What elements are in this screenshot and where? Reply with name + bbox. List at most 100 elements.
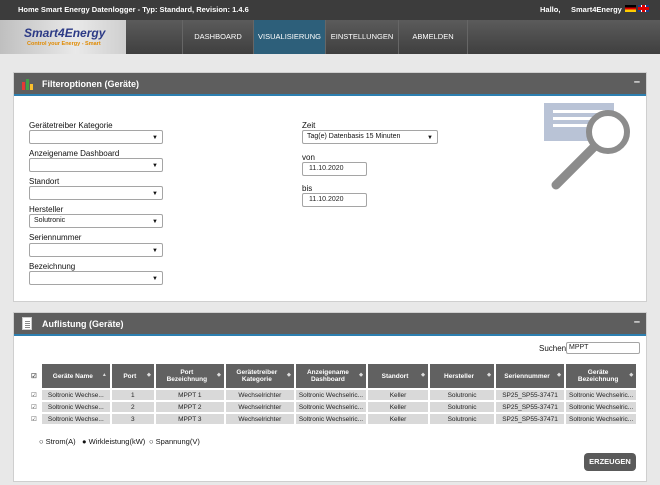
nav-dashboard[interactable]: DASHBOARD [182,20,253,54]
radio-label: Spannung(V) [155,437,200,446]
table-cell: MPPT 2 [155,402,224,412]
table-row[interactable]: ☑ Soltronic Wechse... 3 MPPT 3 Wechselri… [28,414,637,424]
chevron-down-icon: ▼ [152,248,158,254]
row-checkbox[interactable]: ☑ [28,414,40,424]
create-button[interactable]: ERZEUGEN [584,453,636,471]
logo[interactable]: Smart4Energy Control your Energy - Smart [0,20,126,54]
sort-icon: ◆ [557,372,562,378]
sort-asc-icon: ▲ [101,372,107,378]
sort-icon: ◆ [421,372,426,378]
top-bar: Home Smart Energy Datenlogger - Typ: Sta… [0,0,660,20]
label-zeit: Zeit [302,121,316,130]
select-seriennummer[interactable]: ▼ [29,243,163,257]
table-cell: SP25_SP55-37471 [496,402,565,412]
search-label: Suchen [539,344,567,353]
app-title: Home Smart Energy Datenlogger - Typ: Sta… [18,5,249,14]
table-cell: Soltronic Wechse... [41,414,110,424]
table-cell: Wechselrichter [225,402,294,412]
column-header[interactable]: Port ◆ [111,364,154,388]
nav-einstellungen[interactable]: EINSTELLUNGEN [325,20,398,54]
table-cell: MPPT 3 [155,414,224,424]
select-geraetetreiber-kategorie[interactable]: ▼ [29,130,163,144]
magnifier-document-icon [544,103,644,205]
table-cell: Soltronic Wechselric... [566,402,637,412]
column-header[interactable]: Geräte Bezeichnung ◆ [566,364,637,388]
logo-tagline: Control your Energy - Smart [27,41,101,47]
column-header[interactable]: Port Bezeichnung ◆ [155,364,224,388]
column-header[interactable]: Anzeigename Dashboard ◆ [295,364,367,388]
table-cell: Solutronic [430,390,495,400]
table-cell: 2 [111,402,154,412]
select-anzeigename-dashboard[interactable]: ▼ [29,158,163,172]
filter-collapse-button[interactable]: – [634,76,640,88]
list-panel-header: Auflistung (Geräte) – [14,313,646,336]
column-label: Port Bezeichnung [166,369,208,383]
select-hersteller[interactable]: Solutronic ▼ [29,214,163,228]
document-icon [22,317,32,330]
table-cell: SP25_SP55-37471 [496,390,565,400]
select-bezeichnung[interactable]: ▼ [29,271,163,285]
chevron-down-icon: ▼ [152,135,158,141]
table-cell: Wechselrichter [225,414,294,424]
column-label: Seriennummer [504,372,550,380]
row-checkbox[interactable]: ☑ [28,402,40,412]
chevron-down-icon: ▼ [152,191,158,197]
device-table: ☑ Geräte Name ▲ Port ◆ Port Bezeichnung ◆ G… [26,362,638,426]
flag-de-icon[interactable] [625,5,636,12]
logo-brand: Smart4Energy [24,26,106,40]
username: Smart4Energy [571,5,622,14]
table-row[interactable]: ☑ Soltronic Wechse... 1 MPPT 1 Wechselri… [28,390,637,400]
sort-icon: ◆ [216,372,221,378]
label-von: von [302,153,315,162]
table-row[interactable]: ☑ Soltronic Wechse... 2 MPPT 2 Wechselri… [28,402,637,412]
table-cell: MPPT 1 [155,390,224,400]
select-value: Tag(e) Datenbasis 15 Minuten [307,133,401,140]
filter-panel-header: Filteroptionen (Geräte) – [14,73,646,96]
column-header[interactable]: Standort ◆ [368,364,429,388]
table-cell: Keller [368,390,429,400]
date-bis-input[interactable]: 11.10.2020 [302,193,367,207]
column-header[interactable]: Seriennummer ◆ [496,364,565,388]
nav-visualisierung[interactable]: VISUALISIERUNG [253,20,325,54]
radio-wirkleistung[interactable]: ● Wirkleistung(kW) [82,437,145,446]
table-cell: SP25_SP55-37471 [496,414,565,424]
table-cell: Keller [368,414,429,424]
row-checkbox[interactable]: ☑ [28,390,40,400]
label-bis: bis [302,184,313,193]
select-standort[interactable]: ▼ [29,186,163,200]
radio-strom[interactable]: ○ Strom(A) [39,437,76,446]
radio-label: Wirkleistung(kW) [88,437,146,446]
label-anzeigename-dashboard: Anzeigename Dashboard [29,149,120,158]
select-zeit[interactable]: Tag(e) Datenbasis 15 Minuten ▼ [302,130,438,144]
column-header[interactable]: Gerätetreiber Kategorie ◆ [225,364,294,388]
list-collapse-button[interactable]: – [634,316,640,328]
label-bezeichnung: Bezeichnung [29,262,76,271]
select-all-checkbox[interactable]: ☑ [28,364,40,388]
radio-spannung[interactable]: ○ Spannung(V) [149,437,200,446]
table-cell: Wechselrichter [225,390,294,400]
table-cell: Solutronic [430,414,495,424]
chevron-down-icon: ▼ [152,163,158,169]
column-header[interactable]: Hersteller ◆ [430,364,495,388]
column-label: Standort [381,372,409,380]
column-header[interactable]: Geräte Name ▲ [41,364,110,388]
table-header-row: ☑ Geräte Name ▲ Port ◆ Port Bezeichnung ◆ G… [28,364,637,388]
flag-uk-icon[interactable] [638,5,649,12]
date-von-input[interactable]: 11.10.2020 [302,162,367,176]
column-label: Anzeigename Dashboard [306,369,349,383]
table-cell: Soltronic Wechse... [41,402,110,412]
column-label: Geräte Name [52,372,93,380]
sort-icon: ◆ [629,372,634,378]
table-cell: Solutronic [430,402,495,412]
table-cell: 1 [111,390,154,400]
sort-icon: ◆ [146,372,151,378]
column-label: Gerätetreiber Kategorie [236,369,278,383]
search-input[interactable]: MPPT [566,342,640,354]
column-label: Port [123,372,137,380]
nav-abmelden[interactable]: ABMELDEN [398,20,468,54]
label-seriennummer: Seriennummer [29,233,82,242]
chart-bars-icon [22,78,34,90]
label-geraetetreiber-kategorie: Gerätetreiber Kategorie [29,121,113,130]
filter-panel-title: Filteroptionen (Geräte) [42,79,140,89]
select-value: Solutronic [34,217,66,224]
